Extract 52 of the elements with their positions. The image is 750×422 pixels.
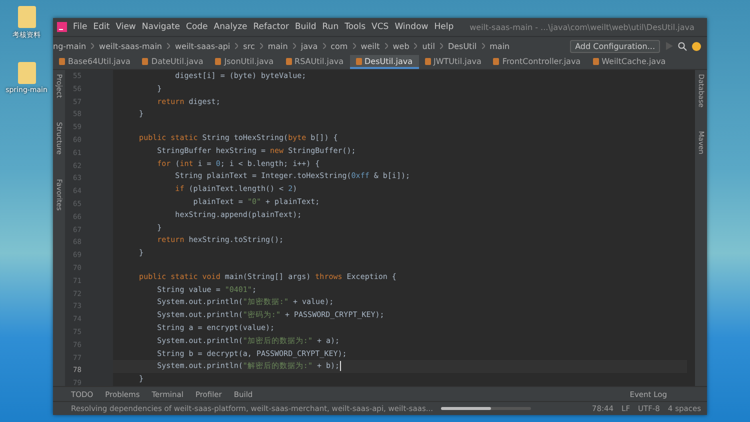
breadcrumb-item[interactable]: web xyxy=(392,42,410,50)
file-tab[interactable]: FrontController.java xyxy=(487,55,587,69)
breadcrumb-item[interactable]: weilt-saas-api xyxy=(174,42,230,50)
file-tab[interactable]: DesUtil.java xyxy=(350,55,419,69)
menu-item[interactable]: Analyze xyxy=(214,22,248,32)
file-tab[interactable]: RSAUtil.java xyxy=(280,55,350,69)
chevron-icon xyxy=(384,43,388,49)
file-tab[interactable]: JWTUtil.java xyxy=(418,55,488,69)
menu-item[interactable]: File xyxy=(73,22,88,32)
breadcrumb-item[interactable]: ng-main xyxy=(53,42,86,50)
breadcrumb-item[interactable]: weilt xyxy=(360,42,380,50)
breadcrumb-item[interactable]: main xyxy=(490,42,510,50)
breadcrumb-item[interactable]: DesUtil xyxy=(448,42,477,50)
breadcrumb-item[interactable]: weilt-saas-main xyxy=(99,42,162,50)
chevron-icon xyxy=(414,43,418,49)
chevron-icon xyxy=(352,43,356,49)
menu-item[interactable]: Refactor xyxy=(253,22,289,32)
menu-item[interactable]: Edit xyxy=(93,22,110,32)
file-tab[interactable]: WeiltCache.java xyxy=(586,55,672,69)
run-icon[interactable] xyxy=(665,42,673,50)
menu-item[interactable]: View xyxy=(116,22,136,32)
chevron-icon xyxy=(235,43,238,49)
menu-item[interactable]: Window xyxy=(394,22,428,32)
menu-item[interactable]: VCS xyxy=(372,22,389,32)
breadcrumb-item[interactable]: java xyxy=(300,42,318,50)
file-tab[interactable]: JsonUtil.java xyxy=(209,55,280,69)
menu-item[interactable]: Build xyxy=(294,22,316,32)
chevron-icon xyxy=(440,43,443,49)
breadcrumb-item[interactable]: src xyxy=(243,42,255,50)
breadcrumb-item[interactable]: util xyxy=(422,42,435,50)
file-tab[interactable]: DateUtil.java xyxy=(136,55,210,69)
menu-item[interactable]: Navigate xyxy=(142,22,180,32)
chevron-icon xyxy=(482,43,485,49)
menu-item[interactable]: Run xyxy=(322,22,339,32)
menu-item[interactable]: Help xyxy=(434,22,454,32)
add-configuration-button[interactable]: Add Configuration... xyxy=(570,40,660,52)
search-icon[interactable] xyxy=(678,42,687,50)
menu-item[interactable]: Tools xyxy=(344,22,366,32)
app-logo-icon xyxy=(57,22,67,32)
chevron-icon xyxy=(322,43,326,49)
file-tab[interactable]: Base64Util.java xyxy=(53,55,136,69)
update-icon[interactable] xyxy=(692,42,701,50)
folder-icon[interactable] xyxy=(18,62,36,84)
menu-item[interactable]: Code xyxy=(186,22,208,32)
folder-icon[interactable] xyxy=(18,6,36,28)
breadcrumb-item[interactable]: com xyxy=(330,42,348,50)
chevron-icon xyxy=(260,43,263,49)
window-title: weilt-saas-main - ...\java\com\weilt\web\util\DesUtil.java xyxy=(470,22,696,32)
chevron-icon xyxy=(91,43,94,49)
chevron-icon xyxy=(292,43,296,49)
breadcrumb-item[interactable]: main xyxy=(268,42,288,50)
chevron-icon xyxy=(166,43,170,49)
